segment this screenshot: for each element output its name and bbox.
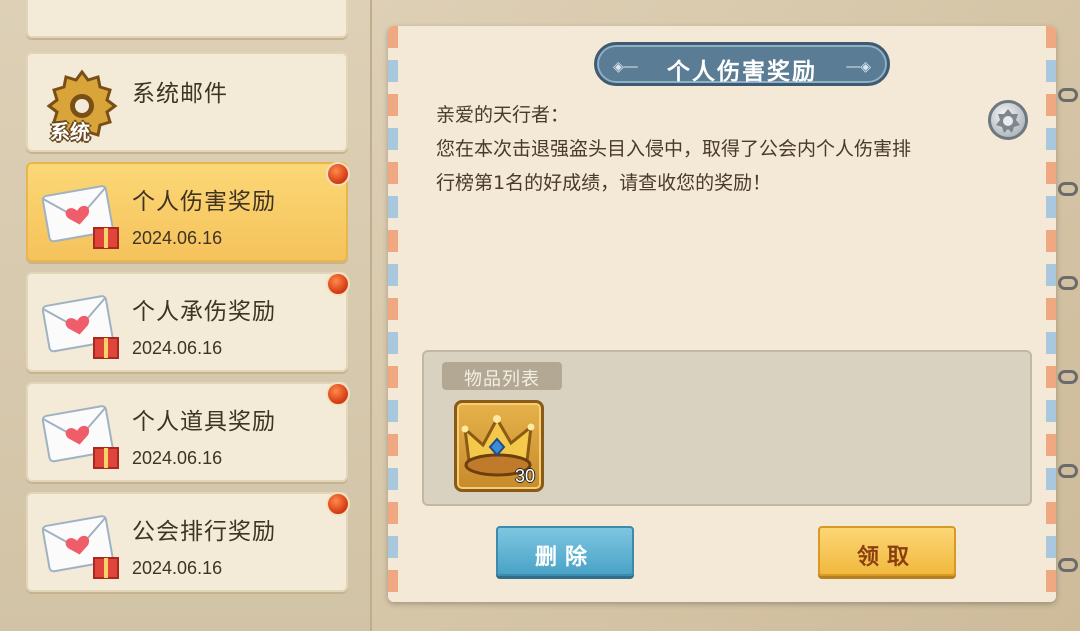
items-list-label: 物品列表 [464, 369, 540, 390]
mail-item-partial[interactable] [26, 0, 348, 38]
unread-dot [326, 272, 350, 296]
mail-title-banner: ◈― 个人伤害奖励 ―◈ [594, 42, 890, 86]
mail-item-title: 公会排行奖励 [132, 519, 276, 545]
mail-body-line: 您在本次击退强盗头目入侵中，取得了公会内个人伤害排 [436, 138, 912, 160]
mail-item-date: 2024.06.16 [132, 228, 223, 248]
unread-dot [326, 382, 350, 406]
envelope-heart-icon [42, 515, 119, 579]
mail-item-title: 系统邮件 [132, 81, 228, 107]
mail-title: 个人伤害奖励 [667, 59, 817, 85]
flower-badge-icon[interactable] [988, 100, 1028, 140]
mail-item-title: 个人道具奖励 [132, 409, 276, 435]
mail-detail-panel: ◈― 个人伤害奖励 ―◈ 亲爱的天行者： 您在本次击退强盗头目入侵中，取得了公会… [388, 26, 1056, 602]
mail-list-sidebar[interactable]: 系统 系统邮件 个人伤害奖励 2024.06.16 个人承伤奖励 2024.06… [0, 0, 372, 631]
mail-item-damage-reward[interactable]: 个人伤害奖励 2024.06.16 [26, 162, 350, 262]
mail-item-title: 个人承伤奖励 [132, 299, 276, 325]
unread-dot [326, 492, 350, 516]
envelope-heart-icon [42, 405, 119, 469]
mail-item-date: 2024.06.16 [132, 338, 223, 358]
mail-item-date: 2024.06.16 [132, 558, 223, 578]
mail-item-system[interactable]: 系统 系统邮件 [26, 52, 348, 152]
envelope-heart-icon [42, 185, 119, 249]
airmail-stripe [1046, 26, 1056, 602]
unread-dot [326, 162, 350, 186]
mail-item-guild-reward[interactable]: 公会排行奖励 2024.06.16 [26, 492, 350, 592]
airmail-stripe [388, 26, 398, 602]
mail-greeting: 亲爱的天行者： [436, 104, 570, 126]
binder-rings [1056, 0, 1080, 631]
envelope-heart-icon [42, 295, 119, 359]
ornament-icon: ―◈ [846, 59, 871, 75]
attachment-box: 物品列表 30 [422, 350, 1032, 506]
mail-item-date: 2024.06.16 [132, 448, 223, 468]
mail-body-line: 行榜第1名的好成绩，请查收您的奖励！ [436, 172, 772, 194]
delete-button[interactable]: 删除 [496, 526, 634, 576]
claim-button[interactable]: 领取 [818, 526, 956, 576]
mail-item-tank-reward[interactable]: 个人承伤奖励 2024.06.16 [26, 272, 350, 372]
mail-screen: 系统 系统邮件 个人伤害奖励 2024.06.16 个人承伤奖励 2024.06… [0, 0, 1080, 631]
mail-item-item-reward[interactable]: 个人道具奖励 2024.06.16 [26, 382, 350, 482]
reward-item-slot[interactable]: 30 [454, 400, 544, 492]
mail-item-title: 个人伤害奖励 [132, 189, 276, 215]
system-badge-label: 系统 [50, 120, 90, 144]
item-count: 30 [514, 466, 535, 486]
items-list-tag: 物品列表 [442, 362, 562, 390]
